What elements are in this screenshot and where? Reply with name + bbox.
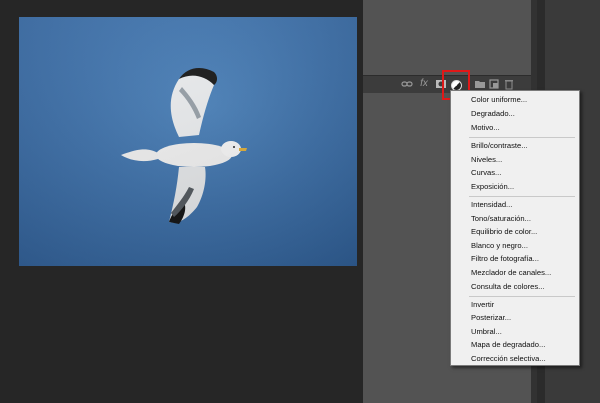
link-icon[interactable] — [401, 78, 413, 90]
fx-icon[interactable]: fx — [418, 78, 430, 90]
menu-item-tono-saturacion[interactable]: Tono/saturación... — [471, 212, 531, 225]
menu-item-blanco-negro[interactable]: Blanco y negro... — [471, 239, 528, 252]
menu-item-mapa-degradado[interactable]: Mapa de degradado... — [471, 338, 545, 351]
menu-item-motivo[interactable]: Motivo... — [471, 121, 500, 134]
menu-item-brillo-contraste[interactable]: Brillo/contraste... — [471, 139, 528, 152]
layers-panel-body — [363, 0, 531, 75]
seagull-image — [121, 67, 247, 224]
folder-icon[interactable] — [474, 78, 486, 90]
menu-item-degradado[interactable]: Degradado... — [471, 107, 515, 120]
trash-icon[interactable] — [503, 78, 515, 90]
new-layer-icon[interactable] — [488, 78, 500, 90]
menu-separator — [469, 196, 575, 197]
adjustment-layer-menu: Color uniforme... Degradado... Motivo...… — [450, 90, 580, 366]
menu-item-exposicion[interactable]: Exposición... — [471, 180, 514, 193]
menu-item-intensidad[interactable]: Intensidad... — [471, 198, 512, 211]
menu-separator — [469, 296, 575, 297]
menu-separator — [469, 137, 575, 138]
menu-item-niveles[interactable]: Niveles... — [471, 153, 502, 166]
menu-item-consulta-colores[interactable]: Consulta de colores... — [471, 280, 544, 293]
menu-item-equilibrio-color[interactable]: Equilibrio de color... — [471, 225, 537, 238]
menu-item-umbral[interactable]: Umbral... — [471, 325, 502, 338]
menu-item-posterizar[interactable]: Posterizar... — [471, 311, 511, 324]
menu-item-filtro-fotografia[interactable]: Filtro de fotografía... — [471, 252, 539, 265]
menu-item-correccion-selectiva[interactable]: Corrección selectiva... — [471, 352, 546, 365]
menu-item-invertir[interactable]: Invertir — [471, 298, 494, 311]
seagull-photo[interactable] — [19, 17, 357, 266]
document-canvas[interactable] — [0, 0, 363, 403]
menu-item-mezclador-canales[interactable]: Mezclador de canales... — [471, 266, 551, 279]
menu-item-curvas[interactable]: Curvas... — [471, 166, 501, 179]
menu-item-color-uniforme[interactable]: Color uniforme... — [471, 93, 527, 106]
